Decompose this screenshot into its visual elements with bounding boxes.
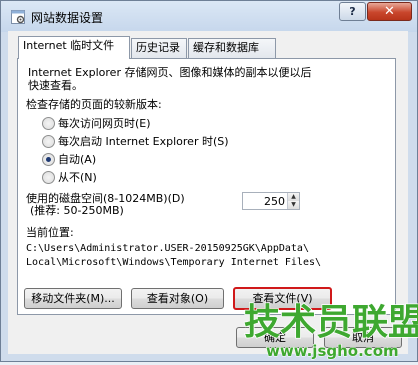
move-folder-button[interactable]: 移动文件夹(M)... bbox=[24, 288, 122, 309]
tab-caches-databases[interactable]: 缓存和数据库 bbox=[188, 38, 276, 58]
close-button[interactable]: ✕ bbox=[367, 2, 412, 21]
radio-every-visit-label[interactable]: 每次访问网页时(E) bbox=[58, 117, 151, 130]
settings-page-icon bbox=[10, 9, 26, 25]
radio-automatic-label[interactable]: 自动(A) bbox=[58, 153, 96, 166]
disk-space-spinner[interactable]: 250 ▲ ▼ bbox=[242, 192, 300, 210]
title-bar[interactable]: 网站数据设置 ? ✕ bbox=[1, 1, 417, 32]
radio-every-visit[interactable] bbox=[42, 117, 55, 130]
description-line-1: Internet Explorer 存储网页、图像和媒体的副本以便以后 bbox=[28, 66, 312, 79]
radio-automatic[interactable] bbox=[42, 153, 55, 166]
window-title: 网站数据设置 bbox=[31, 11, 104, 25]
watermark-main-text: 技术员联盟 bbox=[244, 302, 418, 343]
tab-panel bbox=[17, 58, 396, 315]
radio-every-start[interactable] bbox=[42, 135, 55, 148]
tab-internet-temp-files[interactable]: Internet 临时文件 bbox=[18, 36, 130, 59]
radio-never[interactable] bbox=[42, 171, 55, 184]
radio-every-start-label[interactable]: 每次启动 Internet Explorer 时(S) bbox=[58, 135, 229, 148]
disk-space-value[interactable]: 250 bbox=[264, 195, 285, 208]
watermark-url-text: www.jsgho.com bbox=[266, 342, 399, 360]
path-line-1: C:\Users\Administrator.USER-20150925GK\A… bbox=[26, 243, 309, 254]
spinner-buttons: ▲ ▼ bbox=[287, 193, 299, 209]
watermark-logo: 技术员联盟 www.jsgho.com bbox=[243, 301, 418, 360]
help-button[interactable]: ? bbox=[339, 2, 366, 21]
radio-never-label[interactable]: 从不(N) bbox=[58, 171, 97, 184]
watermark: 技术员联盟 www.jsgho.com bbox=[238, 290, 418, 362]
check-newer-label: 检查存储的页面的较新版本: bbox=[26, 98, 162, 111]
view-objects-button[interactable]: 查看对象(O) bbox=[131, 288, 224, 309]
description-line-2: 快速查看。 bbox=[28, 79, 83, 92]
path-line-2: Local\Microsoft\Windows\Temporary Intern… bbox=[26, 257, 322, 268]
spin-down-icon[interactable]: ▼ bbox=[288, 201, 299, 209]
current-location-label: 当前位置: bbox=[26, 226, 74, 239]
disk-space-hint: (推荐: 50-250MB) bbox=[30, 204, 124, 217]
tab-history[interactable]: 历史记录 bbox=[131, 38, 187, 58]
spin-up-icon[interactable]: ▲ bbox=[288, 193, 299, 201]
